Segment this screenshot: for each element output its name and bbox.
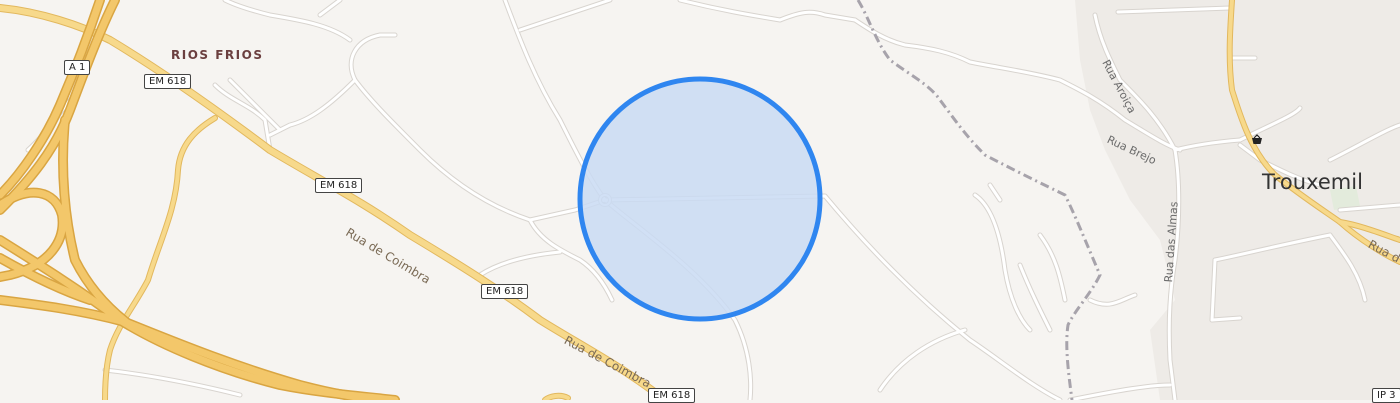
road-shield-em618: EM 618 <box>648 388 696 403</box>
map-view[interactable]: Trouxemil RIOS FRIOS A 1 EM 618 EM 618 E… <box>0 0 1400 403</box>
shopping-basket-icon[interactable] <box>1251 134 1263 146</box>
road-shield-em618: EM 618 <box>144 74 192 89</box>
place-label-rios-frios: RIOS FRIOS <box>171 48 264 62</box>
road-shield-em618: EM 618 <box>315 178 363 193</box>
road-shield-ip3: IP 3 <box>1372 388 1400 403</box>
road-shield-a1: A 1 <box>64 60 91 75</box>
place-label-trouxemil: Trouxemil <box>1262 170 1363 194</box>
location-accuracy-circle <box>577 76 823 322</box>
road-shield-em618: EM 618 <box>481 284 529 299</box>
